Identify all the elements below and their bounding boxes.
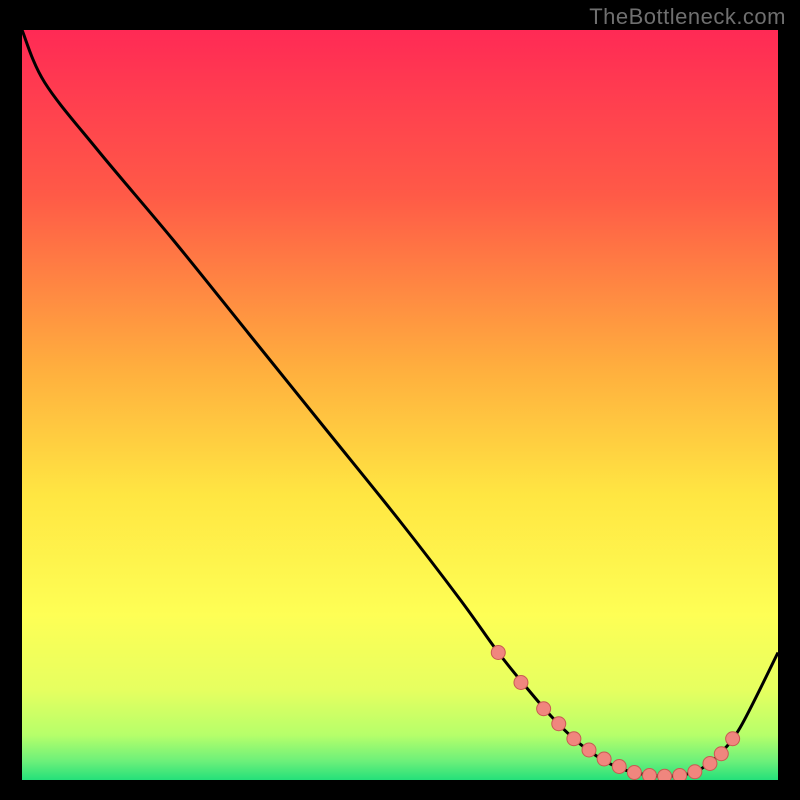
data-marker [703,757,717,771]
data-marker [597,752,611,766]
data-marker [642,769,656,781]
data-marker [582,743,596,757]
plot-area [22,30,778,780]
data-marker [627,766,641,780]
data-marker [552,717,566,731]
data-marker [612,760,626,774]
data-marker [658,769,672,780]
data-marker [726,732,740,746]
data-marker [714,747,728,761]
chart-svg [22,30,778,780]
data-marker [567,732,581,746]
chart-frame: TheBottleneck.com [0,0,800,800]
data-marker [688,765,702,779]
data-marker [537,702,551,716]
gradient-background [22,30,778,780]
data-marker [673,769,687,781]
data-marker [491,646,505,660]
data-marker [514,676,528,690]
attribution-text: TheBottleneck.com [589,4,786,30]
